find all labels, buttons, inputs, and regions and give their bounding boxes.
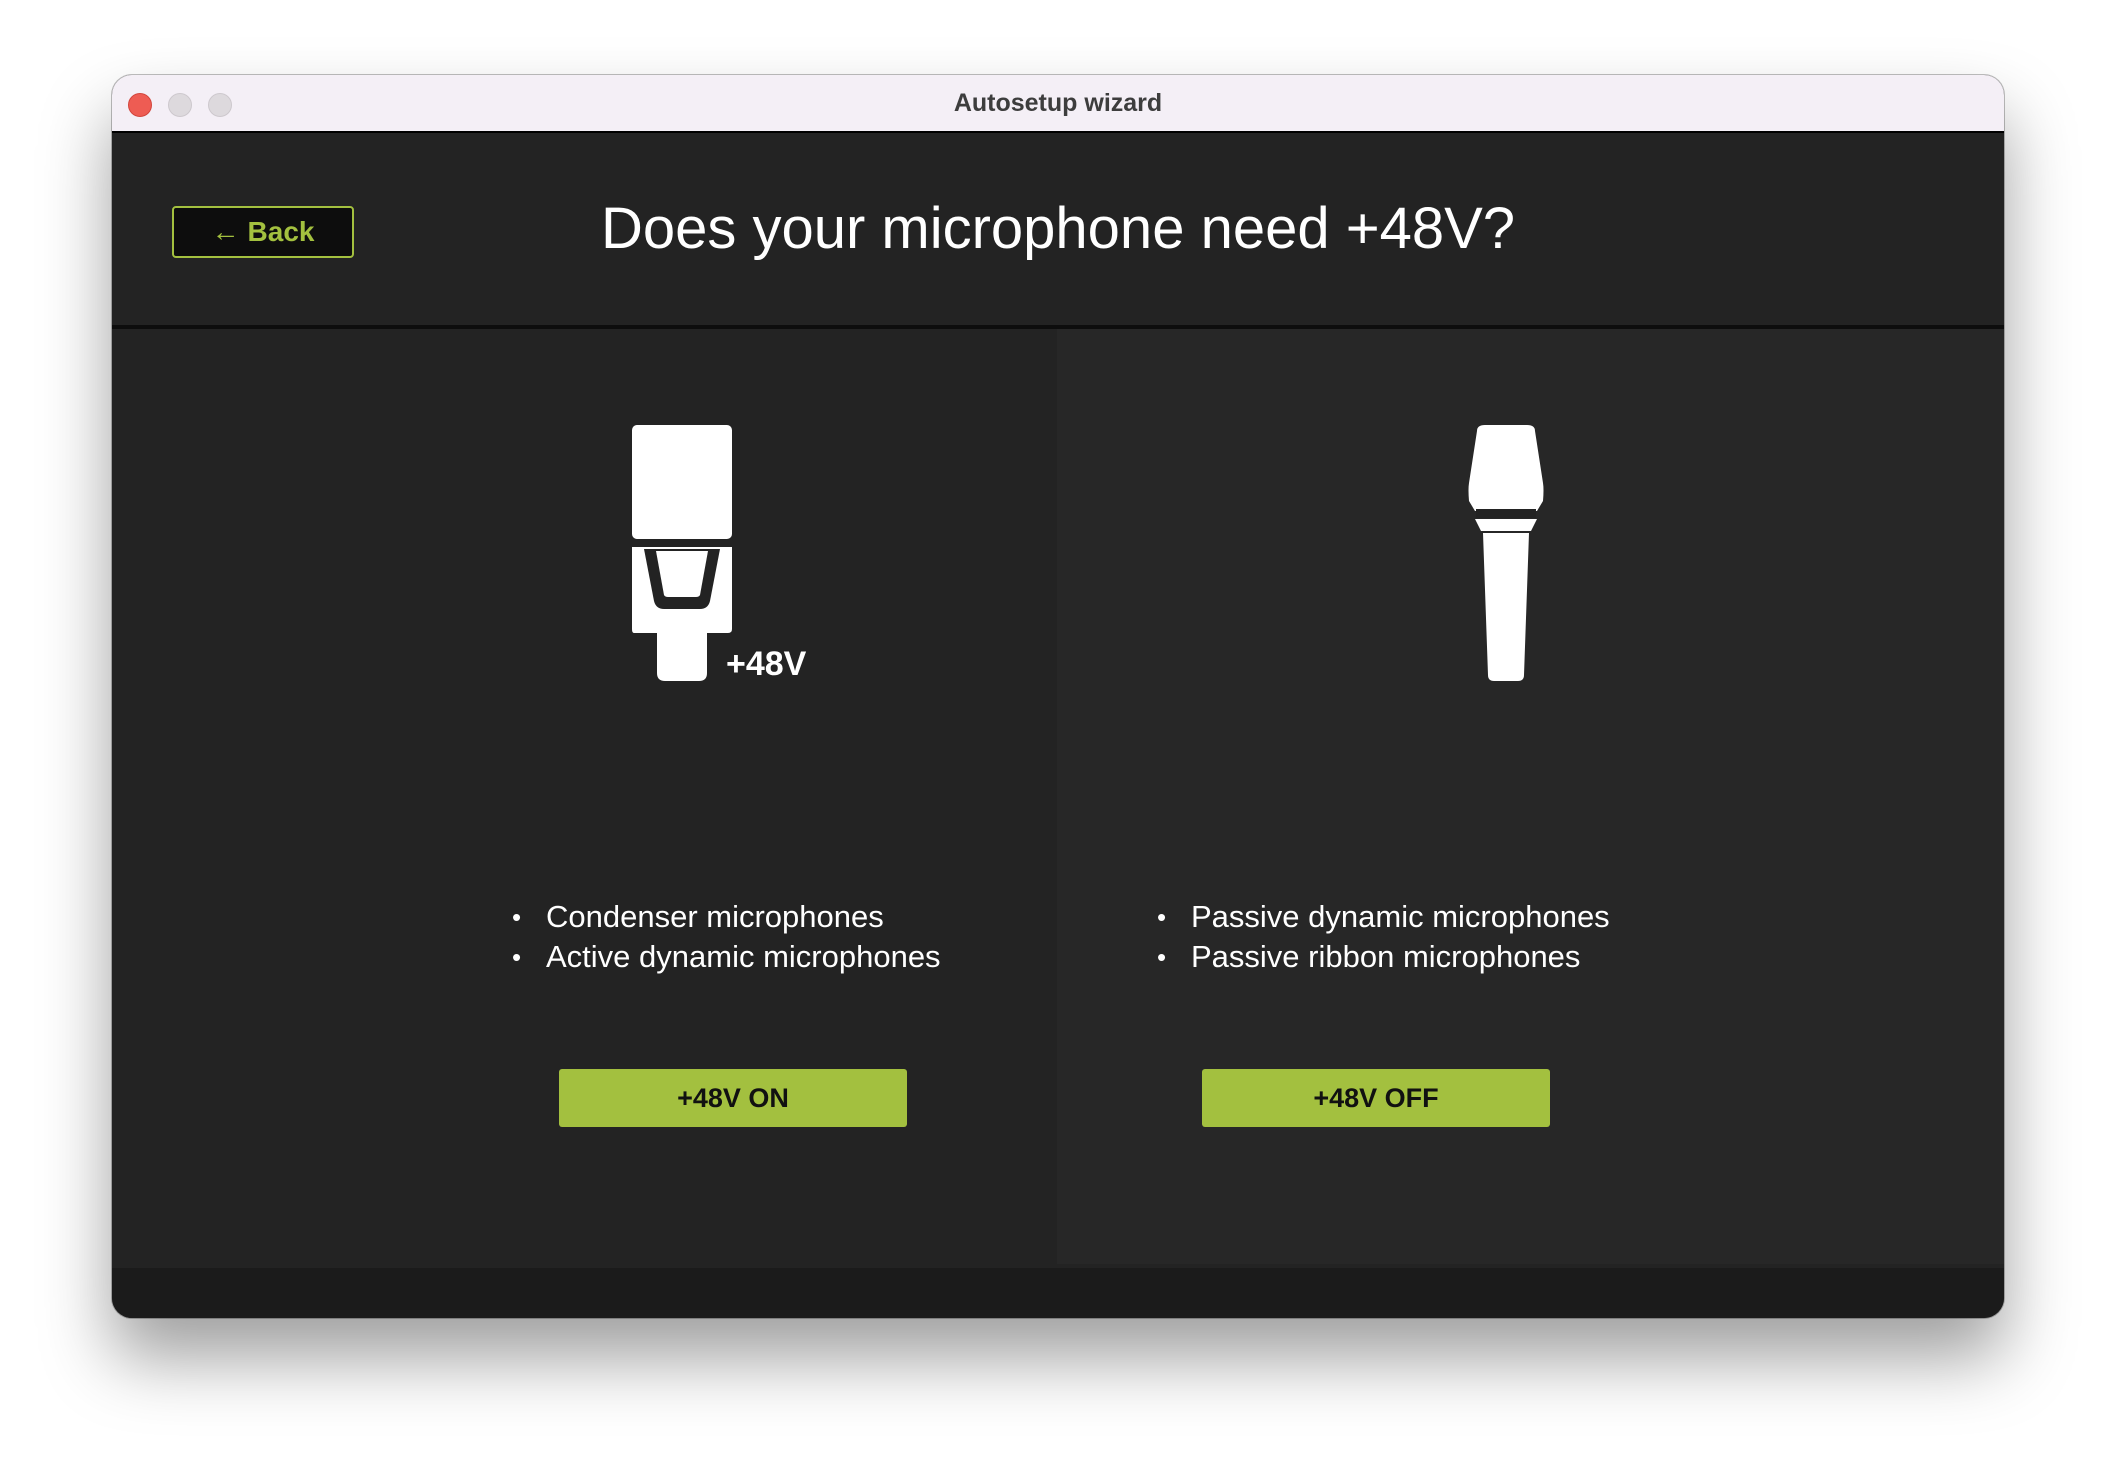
titlebar: Autosetup wizard xyxy=(112,75,2004,133)
list-item: Active dynamic microphones xyxy=(512,937,941,977)
option-panel-48v-off: Passive dynamic microphones Passive ribb… xyxy=(1057,329,2004,1264)
list-item: Passive ribbon microphones xyxy=(1157,937,1610,977)
autosetup-wizard-window: Autosetup wizard ← Back Does your microp… xyxy=(112,75,2004,1318)
condenser-microphone-icon xyxy=(632,425,732,681)
option-panel-48v-on: +48V Condenser microphones Active dynami… xyxy=(112,329,1057,1264)
phantom-on-button[interactable]: +48V ON xyxy=(559,1069,907,1127)
feature-list-48v-off: Passive dynamic microphones Passive ribb… xyxy=(1157,897,1610,977)
list-item: Condenser microphones xyxy=(512,897,941,937)
page-title: Does your microphone need +48V? xyxy=(600,196,1516,261)
phantom-power-badge: +48V xyxy=(726,645,807,683)
feature-list-48v-on: Condenser microphones Active dynamic mic… xyxy=(512,897,941,977)
wizard-header: ← Back Does your microphone need +48V? xyxy=(112,133,2004,329)
window-title: Autosetup wizard xyxy=(953,89,1163,117)
phantom-off-button[interactable]: +48V OFF xyxy=(1202,1069,1550,1127)
list-item: Passive dynamic microphones xyxy=(1157,897,1610,937)
dynamic-microphone-icon xyxy=(1468,425,1544,681)
footer-bar xyxy=(112,1268,2004,1318)
